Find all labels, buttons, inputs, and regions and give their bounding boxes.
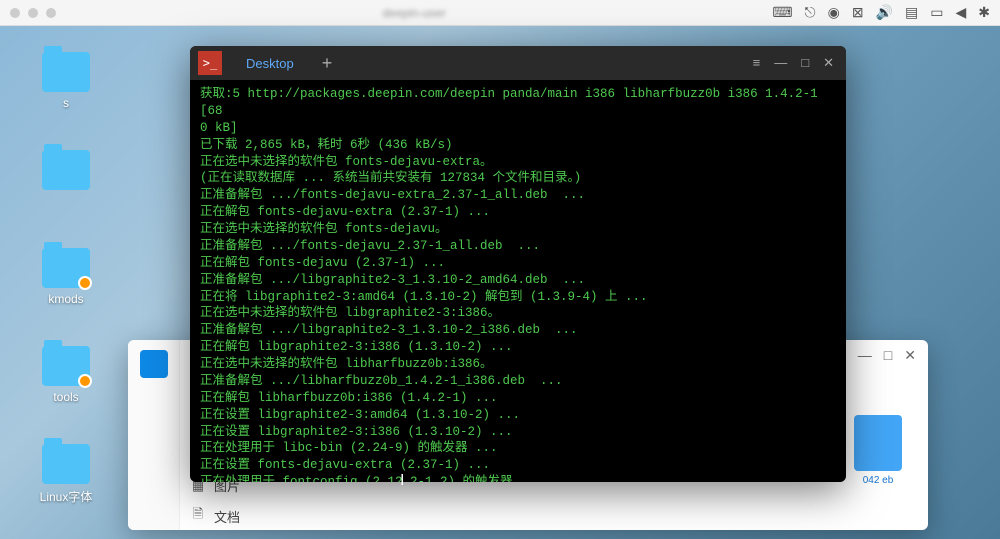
file-tile-3[interactable]: 042 eb <box>848 415 908 486</box>
terminal-line: 正准备解包 .../fonts-dejavu-extra_2.37-1_all.… <box>200 187 836 204</box>
calendar-icon[interactable]: ▤ <box>905 4 918 21</box>
document-icon <box>854 415 902 471</box>
terminal-maximize-button[interactable]: □ <box>801 55 809 71</box>
desktop-folder-tools[interactable]: tools <box>34 346 98 404</box>
terminal-minimize-button[interactable]: — <box>774 55 787 71</box>
usb-icon[interactable]: ⎋ <box>805 4 816 21</box>
fm-sidebar <box>128 340 180 530</box>
terminal-window-controls: ≡ — □ ✕ <box>741 55 846 71</box>
block-icon[interactable]: ⊠ <box>852 4 864 21</box>
terminal-line: 获取:5 http://packages.deepin.com/deepin p… <box>200 86 836 120</box>
fm-nav-icon: 🗎 <box>190 505 206 527</box>
terminal-output[interactable]: 获取:5 http://packages.deepin.com/deepin p… <box>190 80 846 482</box>
terminal-line: 正在将 libgraphite2-3:amd64 (1.3.10-2) 解包到 … <box>200 289 836 306</box>
desktop-icon-label: Linux字体 <box>40 488 93 505</box>
terminal-tab-active[interactable]: Desktop <box>230 56 310 71</box>
minimize-dot[interactable] <box>28 8 38 18</box>
system-tray: ⌨ ⎋ ◉ ⊠ 🔊 ▤ ▭ ◀ ✱ <box>772 4 990 21</box>
terminal-tabbar: >_ Desktop + ≡ — □ ✕ <box>190 46 846 80</box>
terminal-new-tab-button[interactable]: + <box>310 53 345 74</box>
desktop-folder-Linux字体[interactable]: Linux字体 <box>34 444 98 505</box>
triangle-left-icon[interactable]: ◀ <box>955 4 966 21</box>
terminal-line: 正在选中未选择的软件包 fonts-dejavu-extra。 <box>200 154 836 171</box>
sync-badge-icon <box>78 276 92 290</box>
keyboard-icon[interactable]: ⌨ <box>772 4 792 21</box>
fm-nav-item-5[interactable]: 🗎 文档 <box>190 505 280 527</box>
gear-icon[interactable]: ✱ <box>978 4 990 21</box>
text-cursor-icon: I <box>400 472 404 490</box>
folder-icon <box>42 248 90 288</box>
terminal-line: 正准备解包 .../libharfbuzz0b_1.4.2-1_i386.deb… <box>200 373 836 390</box>
maximize-dot[interactable] <box>46 8 56 18</box>
terminal-line: 正在处理用于 libc-bin (2.24-9) 的触发器 ... <box>200 440 836 457</box>
terminal-menu-button[interactable]: ≡ <box>753 55 761 71</box>
folder-tray-icon[interactable]: ▭ <box>930 4 943 21</box>
fm-maximize-button[interactable]: □ <box>884 347 892 363</box>
system-topbar: deepin-user ⌨ ⎋ ◉ ⊠ 🔊 ▤ ▭ ◀ ✱ <box>0 0 1000 26</box>
fm-minimize-button[interactable]: — <box>858 347 872 363</box>
terminal-line: (正在读取数据库 ... 系统当前共安装有 127834 个文件和目录。) <box>200 170 836 187</box>
desktop-icon-label: s <box>63 96 69 110</box>
terminal-line: 正在解包 libharfbuzz0b:i386 (1.4.2-1) ... <box>200 390 836 407</box>
terminal-line: 正在选中未选择的软件包 libharfbuzz0b:i386。 <box>200 356 836 373</box>
folder-icon <box>42 444 90 484</box>
terminal-line: 正准备解包 .../libgraphite2-3_1.3.10-2_amd64.… <box>200 272 836 289</box>
terminal-line: 正在解包 fonts-dejavu (2.37-1) ... <box>200 255 836 272</box>
folder-icon <box>42 150 90 190</box>
desktop-folder-kmods[interactable]: kmods <box>34 248 98 306</box>
file-label: 042 eb <box>848 475 908 486</box>
terminal-line: 正在解包 fonts-dejavu-extra (2.37-1) ... <box>200 204 836 221</box>
window-traffic-lights <box>10 8 56 18</box>
terminal-line: 正在设置 libgraphite2-3:i386 (1.3.10-2) ... <box>200 424 836 441</box>
terminal-line: 已下载 2,865 kB，耗时 6秒 (436 kB/s) <box>200 137 836 154</box>
terminal-line: 正在设置 fonts-dejavu-extra (2.37-1) ... <box>200 457 836 474</box>
terminal-line: 正在选中未选择的软件包 libgraphite2-3:i386。 <box>200 305 836 322</box>
terminal-line: 正在选中未选择的软件包 fonts-dejavu。 <box>200 221 836 238</box>
terminal-line: 0 kB] <box>200 120 836 137</box>
volume-icon[interactable]: 🔊 <box>876 4 893 21</box>
sync-badge-icon <box>78 374 92 388</box>
terminal-window[interactable]: >_ Desktop + ≡ — □ ✕ 获取:5 http://package… <box>190 46 846 482</box>
folder-icon <box>42 52 90 92</box>
power-icon[interactable]: ◉ <box>828 4 840 21</box>
terminal-line: 正准备解包 .../fonts-dejavu_2.37-1_all.deb ..… <box>200 238 836 255</box>
terminal-app-icon: >_ <box>198 51 222 75</box>
terminal-close-button[interactable]: ✕ <box>823 55 834 71</box>
desktop-folder-s[interactable]: s <box>34 52 98 110</box>
terminal-line: 正在设置 libgraphite2-3:amd64 (1.3.10-2) ... <box>200 407 836 424</box>
close-dot[interactable] <box>10 8 20 18</box>
terminal-line: 正准备解包 .../libgraphite2-3_1.3.10-2_i386.d… <box>200 322 836 339</box>
terminal-line: 正在处理用于 fontconfig (2.12.2-1.2) 的触发器 ... <box>200 474 836 482</box>
fm-nav-label: 文档 <box>214 507 240 526</box>
topbar-title-blurred: deepin-user <box>56 6 772 20</box>
fm-logo-icon <box>140 350 168 378</box>
folder-icon <box>42 346 90 386</box>
fm-close-button[interactable]: ✕ <box>904 347 916 364</box>
terminal-line: 正在解包 libgraphite2-3:i386 (1.3.10-2) ... <box>200 339 836 356</box>
desktop-icon-label: kmods <box>48 292 83 306</box>
desktop-folder-untitled[interactable] <box>34 150 98 194</box>
file-manager-titlebar: — □ ✕ <box>846 340 928 370</box>
desktop-icon-label: tools <box>53 390 78 404</box>
